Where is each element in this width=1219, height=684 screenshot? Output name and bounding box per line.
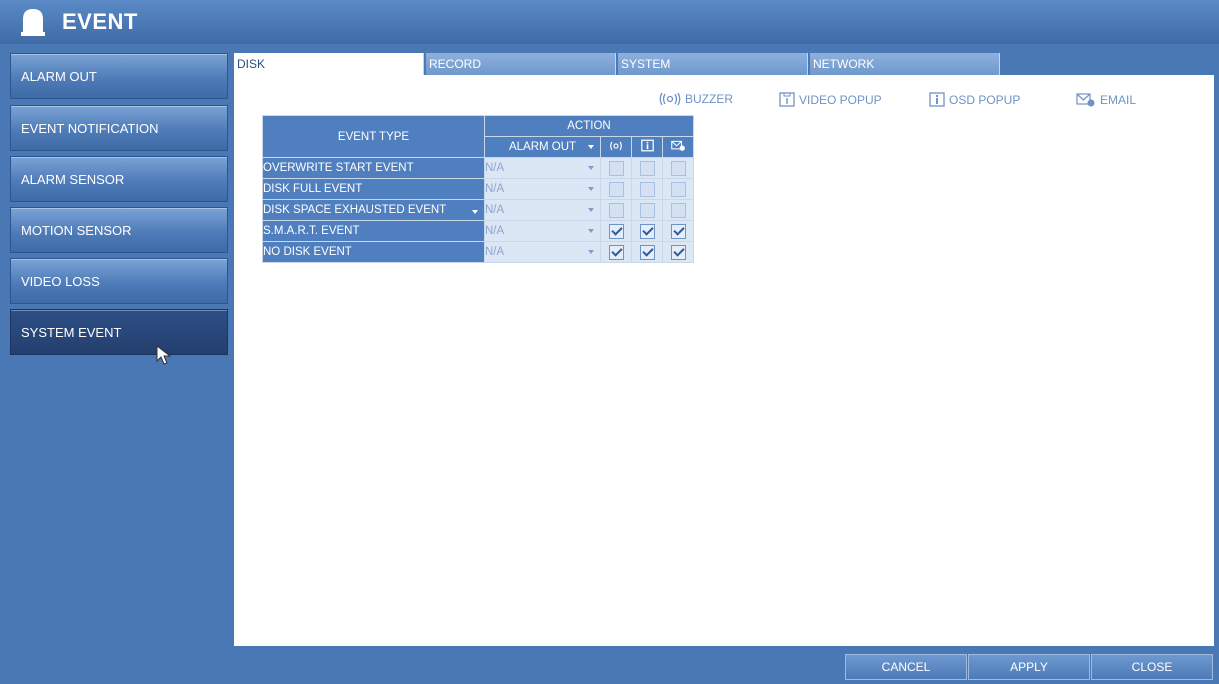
buzzer-checkbox[interactable]: [608, 244, 624, 260]
buzzer-checkbox[interactable]: [608, 202, 624, 218]
osd-popup-checkbox[interactable]: [639, 181, 655, 197]
email-checkbox[interactable]: [670, 223, 686, 239]
sidebar-item-label: ALARM OUT: [21, 68, 97, 84]
sidebar-item-label: SYSTEM EVENT: [21, 324, 122, 340]
alarm-out-select[interactable]: N/A: [484, 241, 601, 263]
buzzer-column-header: [600, 136, 632, 158]
action-header: ACTION: [484, 115, 694, 137]
sidebar-item-alarm-out[interactable]: ALARM OUT: [10, 53, 228, 99]
chevron-down-icon: [588, 208, 594, 212]
sidebar-item-motion-sensor[interactable]: MOTION SENSOR: [10, 207, 228, 253]
osd-popup-icon: [929, 92, 945, 107]
email-icon: [1076, 93, 1095, 107]
event-type-cell: S.M.A.R.T. EVENT: [262, 220, 485, 242]
osd-popup-checkbox[interactable]: [639, 160, 655, 176]
event-bell-icon: [21, 9, 45, 36]
buzzer-icon: [659, 92, 681, 106]
legend-video-popup: VIDEO POPUP: [779, 92, 882, 107]
tab-system[interactable]: SYSTEM: [618, 53, 808, 75]
event-type-cell: DISK FULL EVENT: [262, 178, 485, 200]
event-table: EVENT TYPE ACTION ALARM OUT OVERWRITE ST…: [262, 115, 694, 263]
table-row: DISK FULL EVENT N/A: [262, 178, 694, 200]
sidebar-item-label: ALARM SENSOR: [21, 171, 125, 187]
event-type-value: DISK SPACE EXHAUSTED EVENT: [263, 204, 447, 216]
osd-column-header: [631, 136, 663, 158]
sidebar: ALARM OUT EVENT NOTIFICATION ALARM SENSO…: [8, 52, 230, 656]
email-checkbox[interactable]: [670, 160, 686, 176]
sidebar-item-alarm-sensor[interactable]: ALARM SENSOR: [10, 156, 228, 202]
alarm-out-value: N/A: [485, 246, 505, 258]
table-row: S.M.A.R.T. EVENT N/A: [262, 220, 694, 242]
alarm-out-select[interactable]: N/A: [484, 220, 601, 242]
tab-label: RECORD: [429, 57, 482, 71]
alarm-out-select[interactable]: N/A: [484, 178, 601, 200]
legend-label: EMAIL: [1100, 92, 1137, 107]
alarm-out-header-label: ALARM OUT: [508, 141, 577, 153]
cancel-button[interactable]: CANCEL: [845, 654, 967, 680]
video-popup-icon: [779, 92, 795, 107]
legend-email: EMAIL: [1076, 92, 1136, 107]
email-checkbox[interactable]: [670, 244, 686, 260]
apply-button[interactable]: APPLY: [968, 654, 1090, 680]
mouse-cursor-icon: [156, 344, 172, 365]
chevron-down-icon: [588, 166, 594, 170]
close-button[interactable]: CLOSE: [1091, 654, 1213, 680]
main-panel: BUZZER VIDEO POPUP OSD POPUP EMAIL EVENT…: [234, 75, 1214, 646]
event-type-select[interactable]: DISK SPACE EXHAUSTED EVENT: [262, 199, 485, 221]
buzzer-checkbox[interactable]: [608, 160, 624, 176]
tab-record[interactable]: RECORD: [426, 53, 616, 75]
event-type-cell: NO DISK EVENT: [262, 241, 485, 263]
table-row: DISK SPACE EXHAUSTED EVENT N/A: [262, 199, 694, 221]
buzzer-checkbox[interactable]: [608, 181, 624, 197]
alarm-out-select[interactable]: N/A: [484, 199, 601, 221]
tab-disk[interactable]: DISK: [234, 53, 424, 75]
osd-popup-checkbox[interactable]: [639, 244, 655, 260]
osd-popup-icon: [640, 139, 654, 152]
table-row: NO DISK EVENT N/A: [262, 241, 694, 263]
alarm-out-select[interactable]: N/A: [484, 157, 601, 179]
email-checkbox[interactable]: [670, 181, 686, 197]
chevron-down-icon: [472, 210, 478, 214]
email-column-header: [662, 136, 694, 158]
chevron-down-icon: [588, 229, 594, 233]
title-bar: EVENT: [0, 0, 1219, 44]
sidebar-item-label: VIDEO LOSS: [21, 273, 100, 289]
chevron-down-icon: [588, 145, 594, 149]
tab-network[interactable]: NETWORK: [810, 53, 1000, 75]
buzzer-checkbox[interactable]: [608, 223, 624, 239]
alarm-out-value: N/A: [485, 204, 505, 216]
legend-buzzer: BUZZER: [659, 92, 733, 106]
chevron-down-icon: [588, 250, 594, 254]
table-row: OVERWRITE START EVENT N/A: [262, 157, 694, 179]
sidebar-item-system-event[interactable]: SYSTEM EVENT: [10, 309, 228, 355]
tab-bar: DISK RECORD SYSTEM NETWORK: [234, 53, 1214, 75]
legend-label: BUZZER: [685, 92, 733, 106]
sidebar-item-label: MOTION SENSOR: [21, 222, 132, 238]
event-type-header: EVENT TYPE: [262, 115, 485, 158]
sidebar-item-event-notification[interactable]: EVENT NOTIFICATION: [10, 105, 228, 151]
osd-popup-checkbox[interactable]: [639, 223, 655, 239]
alarm-out-value: N/A: [485, 225, 505, 237]
alarm-out-header[interactable]: ALARM OUT: [484, 136, 601, 158]
event-type-cell: OVERWRITE START EVENT: [262, 157, 485, 179]
window-title: EVENT: [62, 9, 138, 34]
legend-osd-popup: OSD POPUP: [929, 92, 1020, 107]
alarm-out-value: N/A: [485, 183, 505, 195]
osd-popup-checkbox[interactable]: [639, 202, 655, 218]
legend-label: OSD POPUP: [949, 92, 1021, 107]
email-checkbox[interactable]: [670, 202, 686, 218]
email-icon: [670, 140, 685, 151]
tab-label: SYSTEM: [621, 57, 671, 71]
sidebar-item-video-loss[interactable]: VIDEO LOSS: [10, 258, 228, 304]
chevron-down-icon: [588, 187, 594, 191]
alarm-out-value: N/A: [485, 162, 505, 174]
sidebar-item-label: EVENT NOTIFICATION: [21, 120, 159, 136]
legend-label: VIDEO POPUP: [799, 92, 882, 107]
tab-label: DISK: [237, 57, 266, 71]
buzzer-icon: [610, 141, 622, 150]
tab-label: NETWORK: [813, 57, 875, 71]
